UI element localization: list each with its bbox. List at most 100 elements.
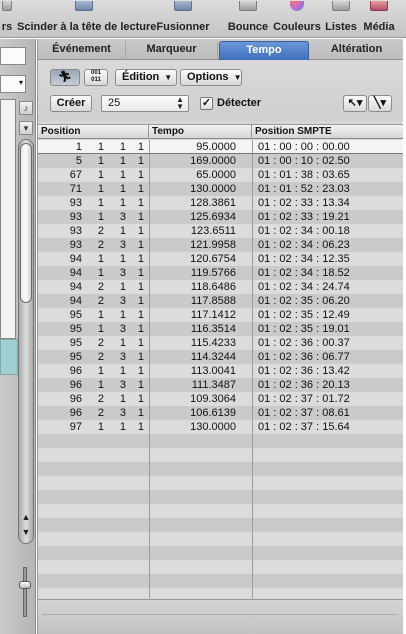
tab-marker[interactable]: Marqueur: [126, 41, 218, 60]
scrollbar-thumb[interactable]: [20, 143, 32, 303]
table-row[interactable]: 97 1 1 1 130.0000 01 : 02 : 37 : 15.64: [38, 420, 403, 434]
table-row[interactable]: 1 1 1 1 95.0000 01 : 00 : 00 : 00.00: [38, 140, 403, 154]
cell-beat: 1: [97, 197, 104, 209]
cell-bar: 95: [69, 337, 82, 349]
media-button[interactable]: Média: [361, 0, 397, 38]
tab-signature[interactable]: Altération: [310, 41, 403, 60]
background-field: [0, 47, 26, 65]
cell-tick: 1: [137, 225, 144, 237]
cell-tempo: 120.6754: [190, 253, 236, 265]
division-field[interactable]: 25 ▲ ▼: [101, 95, 189, 112]
table-row[interactable]: 95 1 3 1 116.3514 01 : 02 : 35 : 19.01: [38, 322, 403, 336]
tab-event[interactable]: Événement: [38, 41, 126, 60]
pencil-tool-button[interactable]: ╲▾: [368, 95, 392, 112]
empty-row: [38, 518, 403, 532]
table-row[interactable]: 94 1 1 1 120.6754 01 : 02 : 34 : 12.35: [38, 252, 403, 266]
detect-checkbox[interactable]: ✓: [200, 97, 213, 110]
options-menu[interactable]: Options ▼: [180, 69, 242, 86]
empty-row: [38, 504, 403, 518]
cell-div: 1: [119, 393, 126, 405]
cell-beat: 2: [97, 351, 104, 363]
cell-tempo: 119.5766: [190, 267, 236, 279]
pencil-icon: ╲▾: [373, 97, 387, 109]
colors-icon: [290, 1, 304, 11]
create-button[interactable]: Créer: [50, 95, 92, 112]
cell-div: 1: [119, 309, 126, 321]
table-row[interactable]: 95 2 1 1 115.4233 01 : 02 : 36 : 00.37: [38, 336, 403, 350]
cell-tick: 1: [137, 183, 144, 195]
cell-smpte: 01 : 02 : 36 : 06.77: [258, 351, 350, 363]
cell-div: 1: [119, 421, 126, 433]
scroll-up-icon[interactable]: ▲: [19, 512, 33, 524]
cell-tempo: 169.0000: [190, 155, 236, 167]
cell-tempo: 121.9958: [190, 239, 236, 251]
cell-beat: 2: [97, 407, 104, 419]
cell-tempo: 117.1412: [190, 309, 236, 321]
split-icon: [74, 1, 93, 11]
colors-button[interactable]: Couleurs: [272, 0, 322, 38]
table-row[interactable]: 94 2 1 1 118.6486 01 : 02 : 34 : 24.74: [38, 280, 403, 294]
table-row[interactable]: 93 1 3 1 125.6934 01 : 02 : 33 : 19.21: [38, 210, 403, 224]
chevron-down-icon[interactable]: ▾: [19, 121, 33, 135]
scroll-down-icon[interactable]: ▼: [19, 527, 33, 539]
background-list: [0, 99, 16, 339]
toolbar-item-partial[interactable]: rs: [0, 0, 14, 38]
table-row[interactable]: 94 2 3 1 117.8588 01 : 02 : 35 : 06.20: [38, 294, 403, 308]
table-row[interactable]: 93 2 1 1 123.6511 01 : 02 : 34 : 00.18: [38, 224, 403, 238]
table-row[interactable]: 95 2 3 1 114.3244 01 : 02 : 36 : 06.77: [38, 350, 403, 364]
column-header-smpte[interactable]: Position SMPTE: [252, 125, 403, 139]
main-toolbar: rs Scinder à la tête de lecture Fusionne…: [0, 0, 406, 38]
cell-bar: 97: [69, 421, 82, 433]
merge-button[interactable]: Fusionner: [153, 0, 213, 38]
view-toggle-button[interactable]: 🏃︎: [50, 69, 80, 86]
cell-tick: 1: [137, 421, 144, 433]
table-row[interactable]: 93 2 3 1 121.9958 01 : 02 : 34 : 06.23: [38, 238, 403, 252]
table-row[interactable]: 95 1 1 1 117.1412 01 : 02 : 35 : 12.49: [38, 308, 403, 322]
empty-row: [38, 574, 403, 588]
cell-tick: 1: [137, 141, 144, 153]
table-row[interactable]: 96 1 1 1 113.0041 01 : 02 : 36 : 13.42: [38, 364, 403, 378]
chevron-down-icon: ▼: [233, 73, 242, 82]
column-header-tempo[interactable]: Tempo: [149, 125, 252, 139]
table-row[interactable]: 93 1 1 1 128.3861 01 : 02 : 33 : 13.34: [38, 196, 403, 210]
table-row[interactable]: 67 1 1 1 65.0000 01 : 01 : 38 : 03.65: [38, 168, 403, 182]
zoom-slider-track[interactable]: [23, 567, 27, 617]
edit-menu[interactable]: Édition ▼: [115, 69, 177, 86]
bounce-button[interactable]: Bounce: [227, 0, 269, 38]
table-row[interactable]: 96 2 3 1 106.6139 01 : 02 : 37 : 08.61: [38, 406, 403, 420]
binary-view-button[interactable]: 001 011: [84, 69, 108, 86]
column-divider: [252, 140, 253, 598]
cell-smpte: 01 : 00 : 10 : 02.50: [258, 155, 350, 167]
pointer-tool-button[interactable]: ↖▾: [343, 95, 367, 112]
cell-bar: 5: [75, 155, 82, 167]
background-window-strip: ▾ ♪ ▾ ▲ ▼: [0, 39, 36, 634]
pointer-icon: ↖▾: [347, 97, 363, 109]
background-popup[interactable]: ▾: [0, 75, 26, 93]
cell-bar: 93: [69, 211, 82, 223]
column-header-position[interactable]: Position: [38, 125, 149, 139]
zoom-slider-knob[interactable]: [19, 581, 31, 589]
lists-button[interactable]: Listes: [325, 0, 357, 38]
cell-div: 1: [119, 281, 126, 293]
cell-smpte: 01 : 02 : 36 : 13.42: [258, 365, 350, 377]
table-row[interactable]: 96 1 3 1 111.3487 01 : 02 : 36 : 20.13: [38, 378, 403, 392]
table-row[interactable]: 71 1 1 1 130.0000 01 : 01 : 52 : 23.03: [38, 182, 403, 196]
table-row[interactable]: 96 2 1 1 109.3064 01 : 02 : 37 : 01.72: [38, 392, 403, 406]
tab-tempo[interactable]: Tempo: [219, 41, 309, 60]
cell-beat: 1: [97, 169, 104, 181]
note-icon[interactable]: ♪: [19, 101, 33, 115]
table-row[interactable]: 5 1 1 1 169.0000 01 : 00 : 10 : 02.50: [38, 154, 403, 168]
cell-div: 1: [119, 197, 126, 209]
table-row[interactable]: 94 1 3 1 119.5766 01 : 02 : 34 : 18.52: [38, 266, 403, 280]
running-figure-icon: 🏃︎: [58, 71, 72, 83]
split-at-playhead-button[interactable]: Scinder à la tête de lecture: [17, 0, 156, 38]
cell-beat: 1: [97, 141, 104, 153]
stepper-arrows-icon[interactable]: ▲ ▼: [176, 96, 184, 111]
cell-beat: 1: [97, 253, 104, 265]
cell-bar: 96: [69, 365, 82, 377]
toolbar-icon: [2, 1, 12, 11]
cell-div: 1: [119, 155, 126, 167]
cell-bar: 93: [69, 239, 82, 251]
cell-div: 3: [119, 267, 126, 279]
cell-beat: 2: [97, 295, 104, 307]
